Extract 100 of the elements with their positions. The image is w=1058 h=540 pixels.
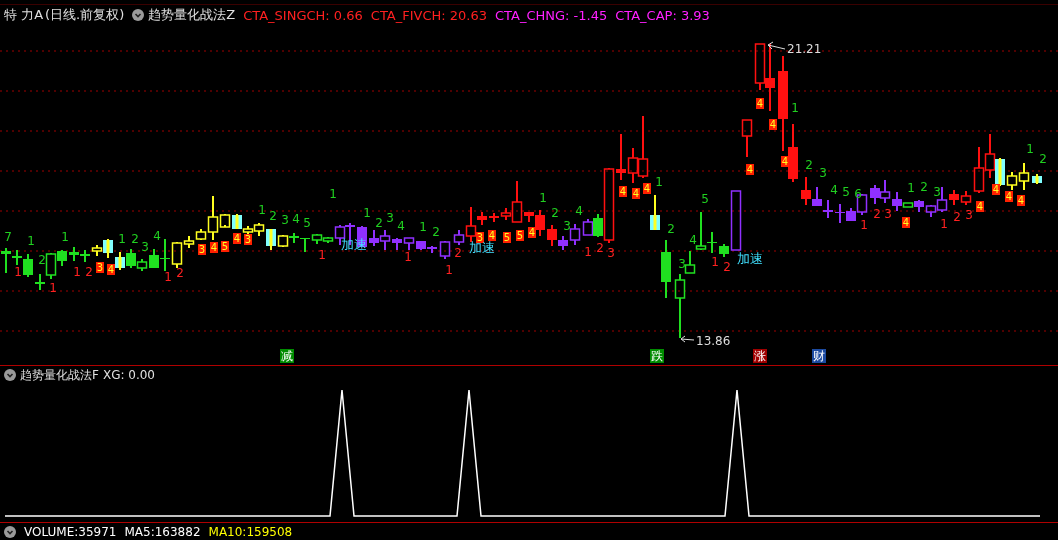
count-badge: 3	[96, 262, 104, 273]
count-label: 2	[131, 232, 139, 246]
candlestick	[489, 212, 499, 223]
signal-marker: 减	[280, 349, 294, 363]
count-label: 1	[711, 255, 719, 269]
indicator-value: XG: 0.00	[102, 368, 155, 382]
count-label: 3	[141, 240, 149, 254]
count-label: 1	[118, 232, 126, 246]
count-badge: 4	[643, 183, 651, 194]
count-label: 1	[73, 265, 81, 279]
count-badge: 4	[488, 230, 496, 241]
count-label: 2	[38, 253, 46, 267]
count-label: 3	[819, 166, 827, 180]
count-badge: 4	[756, 98, 764, 109]
count-label: 1	[655, 175, 663, 189]
count-badge: 3	[198, 244, 206, 255]
count-badge: 4	[902, 217, 910, 228]
candlestick	[427, 245, 437, 254]
count-label: 1	[258, 203, 266, 217]
count-label: 4	[575, 204, 583, 218]
count-label: 2	[953, 210, 961, 224]
count-label: 4	[397, 219, 405, 233]
signal-label: 加速	[469, 240, 495, 255]
candlestick	[416, 240, 426, 251]
count-badge: 5	[503, 232, 511, 243]
count-label: 2	[85, 265, 93, 279]
count-label: 1	[14, 265, 22, 279]
stock-name: 特 力A	[4, 6, 44, 24]
collapse-icon[interactable]	[132, 9, 145, 21]
count-badge: 4	[992, 184, 1000, 195]
count-label: 1	[404, 250, 412, 264]
count-badge: 4	[233, 233, 241, 244]
volume-value: MA5:163882	[124, 524, 201, 539]
candlestick	[582, 218, 594, 236]
count-label: 2	[269, 209, 277, 223]
count-badge: 4	[210, 242, 218, 253]
count-label: 3	[965, 208, 973, 222]
count-label: 3	[607, 246, 615, 260]
count-badge: 5	[221, 241, 229, 252]
count-label: 1	[584, 245, 592, 259]
indicator-name: 趋势量化战法F	[20, 366, 99, 384]
indicator-name: 趋势量化战法Z	[148, 6, 236, 24]
collapse-icon[interactable]	[4, 525, 16, 538]
count-label: 1	[329, 187, 337, 201]
candlestick	[801, 176, 811, 206]
count-badge: 4	[619, 186, 627, 197]
count-label: 2	[873, 207, 881, 221]
count-label: 3	[933, 185, 941, 199]
count-label: 2	[723, 260, 731, 274]
count-label: 1	[164, 270, 172, 284]
count-label: 2	[1039, 152, 1047, 166]
candlestick	[879, 179, 891, 204]
count-badge: 4	[632, 188, 640, 199]
count-label: 2	[454, 246, 462, 260]
count-label: 2	[805, 158, 813, 172]
signal-marker: 涨	[753, 349, 767, 363]
count-label: 3	[678, 257, 686, 271]
signal-marker: 财	[812, 349, 826, 363]
count-label: 1	[1026, 142, 1034, 156]
count-label: 1	[318, 248, 326, 262]
count-label: 1	[419, 220, 427, 234]
count-label: 1	[940, 217, 948, 231]
candlestick	[289, 232, 299, 244]
candlestick	[80, 249, 90, 263]
count-label: 1	[860, 218, 868, 232]
count-label: 1	[363, 206, 371, 220]
count-label: 1	[445, 263, 453, 277]
count-label: 2	[596, 241, 604, 255]
collapse-icon[interactable]	[4, 369, 16, 381]
pointer-arrow-icon	[767, 41, 786, 50]
pointer-arrow-icon	[680, 335, 695, 343]
signal-marker: 跌	[650, 349, 664, 363]
candlestick	[812, 186, 822, 207]
count-label: 4	[292, 212, 300, 226]
count-badge: 3	[244, 234, 252, 245]
indicator-value: CTA_SINGCH: 0.66	[243, 7, 363, 23]
count-label: 1	[539, 191, 547, 205]
count-label: 2	[667, 222, 675, 236]
count-badge: 4	[107, 264, 115, 275]
candlestick	[369, 229, 379, 247]
count-label: 3	[563, 219, 571, 233]
count-label: 5	[701, 192, 709, 206]
count-label: 3	[281, 213, 289, 227]
indicator-value: CTA_FIVCH: 20.63	[370, 7, 487, 23]
candlestick	[835, 203, 845, 224]
price-label: 21.21	[787, 42, 822, 56]
count-badge: 4	[1017, 195, 1025, 206]
count-label: 4	[153, 229, 161, 243]
candlestick	[870, 184, 880, 205]
count-label: 2	[176, 266, 184, 280]
count-label: 5	[842, 185, 850, 199]
count-badge: 4	[976, 201, 984, 212]
indicator-value: CTA_CAP: 3.93	[615, 7, 710, 23]
candlestick	[650, 194, 660, 231]
signal-label: 加速	[737, 251, 763, 266]
candlestick	[741, 119, 753, 158]
candlestick	[300, 237, 310, 253]
count-label: 1	[61, 230, 69, 244]
period-label: (日线.前复权)	[45, 6, 125, 24]
count-label: 1	[791, 101, 799, 115]
